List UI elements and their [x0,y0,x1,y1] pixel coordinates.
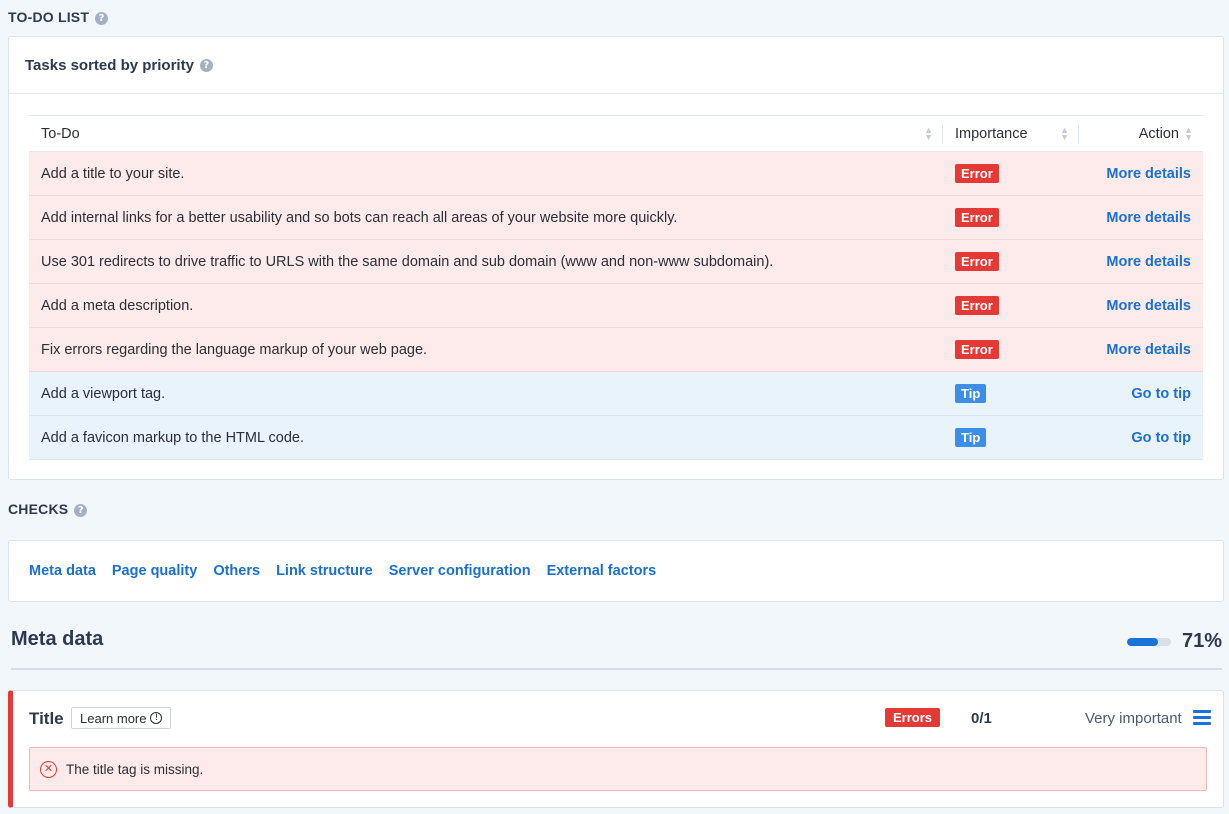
todo-section-title: TO-DO LIST? [8,9,109,25]
go-to-tip-link[interactable]: Go to tip [1131,430,1191,446]
checks-section-title-text: CHECKS [8,501,69,517]
column-header-importance[interactable]: Importance ▲ ▼ [943,115,1079,152]
more-details-link[interactable]: More details [1106,342,1191,358]
table-row: Fix errors regarding the language markup… [29,327,1203,372]
checks-panel: Meta data Page quality Others Link struc… [8,540,1224,602]
error-alert: ✕ The title tag is missing. [29,747,1207,791]
table-row: Add a title to your site. Error More det… [29,151,1203,196]
nav-server-configuration[interactable]: Server configuration [389,563,531,579]
nav-link-structure[interactable]: Link structure [276,563,373,579]
column-header-todo[interactable]: To-Do ▲ ▼ [29,115,943,152]
status-badge: Errors [885,708,941,727]
more-details-link[interactable]: More details [1106,210,1191,226]
error-badge: Error [955,252,999,271]
meta-data-heading: Meta data [11,628,104,650]
checks-section-title: CHECKS? [8,501,88,517]
title-check-card: Title Learn more ! Errors 0/1 Very impor… [8,690,1224,808]
task-text: Use 301 redirects to drive traffic to UR… [29,239,943,284]
sort-icon[interactable]: ▲ ▼ [924,125,933,141]
more-details-link[interactable]: More details [1106,298,1191,314]
column-header-label: To-Do [41,125,80,142]
nav-meta-data[interactable]: Meta data [29,563,96,579]
todo-section-title-text: TO-DO LIST [8,9,90,25]
nav-others[interactable]: Others [213,563,260,579]
x-circle-icon: ✕ [40,760,57,778]
task-text: Add a title to your site. [29,151,943,196]
error-badge: Error [955,296,999,315]
table-row: Add a meta description. Error More detai… [29,283,1203,328]
task-text: Add a meta description. [29,283,943,328]
help-icon[interactable]: ? [199,58,213,72]
task-text: Add a viewport tag. [29,371,943,416]
checks-nav: Meta data Page quality Others Link struc… [9,541,1223,601]
panel-title: Tasks sorted by priority [25,56,194,74]
table-row: Use 301 redirects to drive traffic to UR… [29,239,1203,284]
tip-badge: Tip [955,384,987,403]
check-title: Title [29,709,64,728]
task-text: Fix errors regarding the language markup… [29,327,943,372]
panel-header: Tasks sorted by priority ? [9,37,1223,94]
hamburger-icon[interactable] [1193,710,1211,726]
tip-badge: Tip [955,428,987,447]
more-details-link[interactable]: More details [1106,254,1191,270]
column-header-label: Importance [955,125,1028,142]
help-icon[interactable]: ? [95,11,109,25]
column-header-action[interactable]: Action ▲ ▼ [1079,115,1203,152]
table-row: Add internal links for a better usabilit… [29,195,1203,240]
error-badge: Error [955,164,999,183]
info-icon: ! [150,712,163,724]
status-badge-wrap: Errors [885,708,941,727]
divider [11,668,1222,670]
more-details-link[interactable]: More details [1106,166,1191,182]
nav-external-factors[interactable]: External factors [547,563,657,579]
check-importance: Very important [1085,710,1182,727]
progress-fill [1127,638,1159,646]
sort-icon[interactable]: ▲ ▼ [1060,125,1069,141]
table-row: Add a favicon markup to the HTML code. T… [29,415,1203,460]
task-text: Add internal links for a better usabilit… [29,195,943,240]
column-header-label: Action [1138,125,1179,142]
sort-icon[interactable]: ▲ ▼ [1184,125,1193,141]
go-to-tip-link[interactable]: Go to tip [1131,386,1191,402]
alert-message: The title tag is missing. [66,761,204,777]
error-badge: Error [955,208,999,227]
table-row: Add a viewport tag. Tip Go to tip [29,371,1203,416]
task-text: Add a favicon markup to the HTML code. [29,415,943,460]
progress-percent: 71% [1182,630,1223,652]
progress-bar [1127,638,1171,646]
error-badge: Error [955,340,999,359]
learn-more-label: Learn more [80,710,147,726]
task-table: To-Do ▲ ▼ Importance ▲ ▼ Action ▲ ▼ Add a t… [29,115,1203,460]
table-header-row: To-Do ▲ ▼ Importance ▲ ▼ Action ▲ ▼ [29,115,1203,152]
check-score: 0/1 [971,710,992,727]
nav-page-quality[interactable]: Page quality [112,563,197,579]
todo-panel: Tasks sorted by priority ? To-Do ▲ ▼ Impo… [8,36,1224,480]
help-icon[interactable]: ? [74,503,88,517]
learn-more-button[interactable]: Learn more ! [71,707,172,729]
